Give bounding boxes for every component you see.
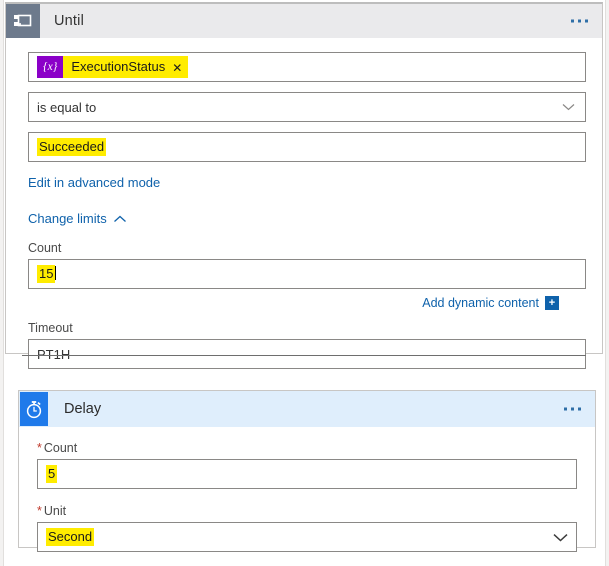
- ellipsis-dot: [571, 408, 574, 411]
- delay-card-menu-button[interactable]: [564, 408, 581, 411]
- text-caret: [55, 266, 56, 280]
- edit-in-advanced-mode-link[interactable]: Edit in advanced mode: [28, 175, 160, 190]
- required-marker: *: [37, 441, 42, 455]
- canvas-left-rail: [0, 0, 4, 566]
- delay-unit-label-text: Unit: [44, 504, 66, 518]
- canvas-right-rail: [605, 0, 609, 566]
- add-dynamic-content-button[interactable]: Add dynamic content +: [422, 296, 558, 310]
- delay-count-input[interactable]: 5: [37, 459, 577, 489]
- condition-value-text: Succeeded: [37, 138, 106, 156]
- delay-count-value: 5: [46, 465, 57, 483]
- chevron-up-icon: [113, 211, 127, 226]
- required-marker: *: [37, 504, 42, 518]
- chevron-down-icon: [553, 533, 566, 541]
- add-dynamic-content-label: Add dynamic content: [422, 296, 539, 310]
- timeout-input[interactable]: PT1H: [28, 339, 586, 369]
- until-card-divider: [22, 355, 586, 356]
- plus-caret: [556, 296, 558, 310]
- until-card-title: Until: [54, 13, 84, 29]
- delay-card-title: Delay: [64, 401, 101, 417]
- until-card-body: {x} ExecutionStatus ✕ is equal to Succee…: [6, 52, 602, 369]
- change-limits-toggle[interactable]: Change limits: [28, 211, 127, 226]
- count-value: 15: [37, 265, 55, 283]
- stopwatch-icon: [20, 392, 48, 426]
- delay-count-label-text: Count: [44, 441, 77, 455]
- change-limits-label: Change limits: [28, 211, 107, 226]
- delay-card-body: *Count 5 *Unit Second: [19, 440, 595, 552]
- chevron-down-icon: [562, 103, 575, 111]
- until-card-menu-button[interactable]: [571, 20, 588, 23]
- token-label: ExecutionStatus ✕: [63, 56, 188, 78]
- condition-operator-value: is equal to: [37, 100, 96, 115]
- ellipsis-dot: [564, 408, 567, 411]
- delay-count-label: *Count: [37, 441, 77, 455]
- token-expression-icon: {x}: [37, 56, 63, 78]
- delay-card-header[interactable]: Delay: [19, 391, 595, 427]
- token-text: ExecutionStatus: [71, 56, 165, 78]
- logic-app-designer-canvas: Until {x} ExecutionStatus ✕ i: [0, 0, 609, 566]
- condition-left-operand-field[interactable]: {x} ExecutionStatus ✕: [28, 52, 586, 82]
- timeout-value: PT1H: [37, 347, 70, 362]
- close-x-icon[interactable]: ✕: [172, 62, 182, 74]
- count-input[interactable]: 15: [28, 259, 586, 289]
- condition-operator-dropdown[interactable]: is equal to: [28, 92, 586, 122]
- ellipsis-dot: [578, 20, 581, 23]
- ellipsis-dot: [571, 20, 574, 23]
- until-action-card: Until {x} ExecutionStatus ✕ i: [5, 2, 603, 354]
- delay-action-card: Delay *Count 5 *Unit Second: [18, 390, 596, 548]
- ellipsis-dot: [578, 408, 581, 411]
- timeout-label: Timeout: [28, 321, 73, 335]
- delay-unit-value: Second: [46, 528, 94, 546]
- ellipsis-dot: [585, 20, 588, 23]
- delay-unit-dropdown[interactable]: Second: [37, 522, 577, 552]
- dynamic-content-token[interactable]: {x} ExecutionStatus ✕: [37, 56, 188, 78]
- condition-right-operand-field[interactable]: Succeeded: [28, 132, 586, 162]
- count-label: Count: [28, 241, 61, 255]
- delay-unit-label: *Unit: [37, 504, 66, 518]
- until-card-header[interactable]: Until: [6, 4, 602, 38]
- loop-until-icon: [6, 4, 40, 38]
